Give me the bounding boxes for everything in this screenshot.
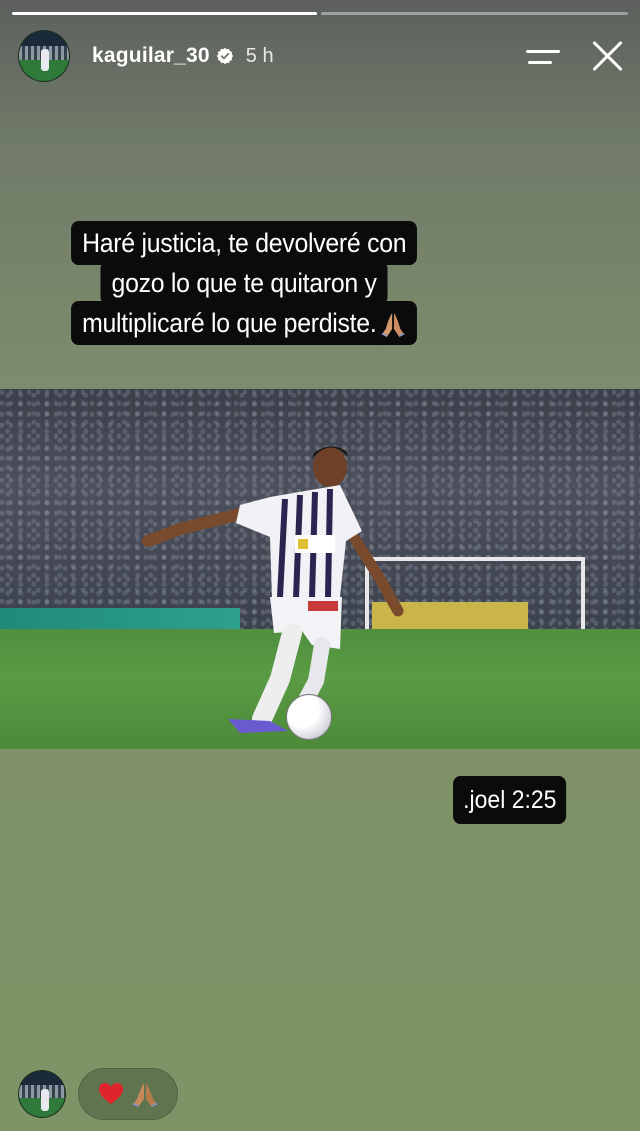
close-icon[interactable] bbox=[590, 39, 624, 73]
story-footer bbox=[18, 1066, 622, 1122]
pray-icon bbox=[132, 1083, 158, 1107]
caption-line-3-text: multiplicaré lo que perdiste. bbox=[82, 308, 377, 338]
progress-segment-1 bbox=[12, 12, 317, 15]
progress-segment-2 bbox=[321, 12, 628, 15]
bible-verse-label: .joel 2:25 bbox=[453, 776, 567, 824]
menu-icon[interactable] bbox=[526, 46, 560, 66]
verified-badge-icon bbox=[216, 47, 234, 65]
football-player-figure bbox=[142, 446, 404, 733]
post-time: 5 h bbox=[245, 44, 274, 67]
story-progress-bar bbox=[12, 12, 628, 15]
profile-avatar[interactable] bbox=[18, 30, 70, 82]
username[interactable]: kaguilar_30 bbox=[92, 44, 210, 68]
story-caption: Haré justicia, te devolveré con gozo lo … bbox=[38, 221, 450, 345]
soccer-ball bbox=[286, 694, 332, 740]
caption-line-2: gozo lo que te quitaron y bbox=[100, 261, 388, 305]
caption-line-1: Haré justicia, te devolveré con bbox=[70, 221, 418, 265]
heart-icon bbox=[99, 1083, 123, 1104]
reaction-bubble[interactable] bbox=[78, 1068, 178, 1120]
pray-icon bbox=[381, 313, 405, 337]
story-header: kaguilar_30 5 h bbox=[18, 30, 624, 82]
story-photo bbox=[0, 389, 640, 749]
caption-line-3: multiplicaré lo que perdiste. bbox=[71, 301, 417, 345]
footer-avatar[interactable] bbox=[18, 1070, 66, 1118]
